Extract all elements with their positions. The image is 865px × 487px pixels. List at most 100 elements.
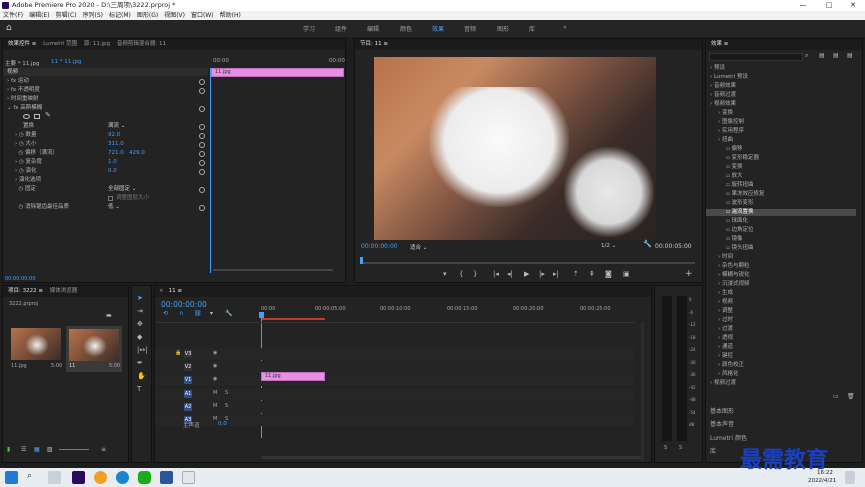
menu-sequence[interactable]: 序列(S) — [83, 12, 104, 19]
app-orange-icon[interactable] — [94, 471, 107, 484]
source-label[interactable]: 主要 * 11.jpg — [5, 59, 40, 67]
timeline-timecode[interactable]: 00:00:00:00 — [161, 300, 207, 309]
timeline-h-scrollbar[interactable] — [261, 456, 641, 459]
sequence-item-name[interactable]: 11 — [69, 363, 75, 369]
add-button-icon[interactable]: + — [685, 269, 693, 279]
clock-time[interactable]: 16:22 — [817, 470, 833, 476]
track-a1-label[interactable]: A1 — [184, 390, 192, 398]
yuv-effects-icon[interactable]: ▤ — [847, 52, 853, 59]
solo-left-button[interactable]: S — [664, 445, 667, 451]
add-marker-icon[interactable]: ▾ — [210, 310, 213, 317]
reset-icon[interactable] — [199, 187, 205, 193]
effects-tree-item[interactable]: › 过时 — [706, 317, 856, 324]
ws-effects[interactable]: 效果 — [432, 24, 444, 33]
effects-tree-item[interactable]: ▫ 湍流置换 — [706, 209, 856, 216]
slip-tool-icon[interactable]: |↔| — [137, 346, 148, 354]
effects-tree-item[interactable]: › 视频效果 — [706, 101, 856, 108]
menu-help[interactable]: 帮助(H) — [220, 12, 241, 19]
sort-icon[interactable]: ≡ — [101, 446, 106, 453]
clock-date[interactable]: 2022/4/21 — [808, 478, 836, 484]
go-to-in-icon[interactable]: |◂ — [493, 270, 499, 278]
rect-mask-icon[interactable] — [34, 114, 40, 119]
lock-icon[interactable]: 🔒 — [175, 350, 181, 356]
step-back-icon[interactable]: ◂| — [507, 270, 513, 278]
effects-tree-item[interactable]: ▫ 波形变形 — [706, 200, 856, 207]
effects-tree-item[interactable]: › 视频 — [706, 299, 856, 306]
program-timecode[interactable]: 00:00:00:00 — [361, 243, 398, 250]
mute-icon[interactable]: M — [213, 390, 217, 396]
track-v2-label[interactable]: V2 — [184, 363, 192, 371]
pen-tool-icon[interactable]: ✒ — [137, 359, 143, 367]
zoom-slider[interactable] — [59, 449, 89, 450]
minimize-button[interactable]: — — [793, 0, 813, 11]
offset-y-value[interactable]: 429.0 — [129, 149, 145, 158]
snap-icon[interactable]: ∩ — [179, 310, 183, 317]
effects-tree-item[interactable]: › 视频过渡 — [706, 380, 856, 387]
nest-icon[interactable]: ⟲ — [163, 310, 168, 317]
mute-icon[interactable]: M — [213, 403, 217, 409]
reset-icon[interactable] — [199, 160, 205, 166]
effects-tree-item[interactable]: › Lumetri 预设 — [706, 74, 856, 81]
effects-tree-item[interactable]: › 调整 — [706, 308, 856, 315]
reset-icon[interactable] — [199, 169, 205, 175]
ec-row-opacity[interactable]: › fx 不透明度 — [7, 86, 40, 95]
menu-view[interactable]: 视图(V) — [164, 12, 185, 19]
tab-project[interactable]: 项目: 3222 ≡ — [8, 288, 43, 294]
selection-tool-icon[interactable]: ➤ — [137, 294, 143, 302]
effects-tree-item[interactable]: › 扭曲 — [706, 137, 856, 144]
track-a2-label[interactable]: A2 — [184, 403, 192, 411]
ec-playhead[interactable] — [210, 68, 211, 273]
close-button[interactable]: ✕ — [843, 0, 863, 11]
effects-tree-item[interactable]: › 颜色校正 — [706, 362, 856, 369]
ec-row-evolution-options[interactable]: › 演化选项 — [15, 176, 41, 185]
task-view-icon[interactable] — [48, 471, 61, 484]
panel-essential-graphics[interactable]: 基本图形 — [710, 406, 734, 415]
reset-icon[interactable] — [199, 79, 205, 85]
tab-effect-controls[interactable]: 效果控件 ≡ — [8, 41, 36, 47]
wechat-icon[interactable] — [138, 471, 151, 484]
effects-tree-item[interactable]: ▫ 放大 — [706, 173, 856, 180]
panel-lumetri-color[interactable]: Lumetri 颜色 — [710, 433, 747, 442]
effects-tree-item[interactable]: ▫ 镜头扭曲 — [706, 245, 856, 252]
eye-icon[interactable]: ◉ — [213, 376, 217, 382]
freeform-view-icon[interactable]: ▧ — [47, 446, 53, 453]
effects-tree-item[interactable]: › 生成 — [706, 290, 856, 297]
settings-wrench-icon[interactable]: 🔧 — [225, 310, 232, 317]
evolution-value[interactable]: 0.0 — [108, 167, 117, 176]
effects-tree-item[interactable]: › 通道 — [706, 344, 856, 351]
ws-more-icon[interactable]: » — [563, 24, 567, 31]
fit-select[interactable]: 适合 ⌄ — [410, 243, 470, 251]
track-select-tool-icon[interactable]: ⇥ — [137, 307, 143, 315]
reset-icon[interactable] — [199, 106, 205, 112]
project-item-name[interactable]: 11.jpg — [11, 363, 27, 369]
menu-edit[interactable]: 编辑(E) — [29, 12, 49, 19]
hand-tool-icon[interactable]: ✋ — [137, 372, 146, 380]
tab-sequence[interactable]: 11 ≡ — [169, 288, 182, 294]
compare-icon[interactable]: ▣ — [623, 270, 630, 278]
effects-tree-item[interactable]: › 音频过渡 — [706, 92, 856, 99]
search-icon[interactable]: ⌕ — [27, 471, 32, 481]
reset-icon[interactable] — [199, 133, 205, 139]
premiere-taskbar-icon[interactable] — [72, 471, 85, 484]
tab-program[interactable]: 节目: 11 ≡ — [360, 41, 388, 47]
ws-learn[interactable]: 学习 — [303, 24, 315, 33]
go-to-out-icon[interactable]: ▸| — [553, 270, 559, 278]
panel-essential-sound[interactable]: 基本声音 — [710, 419, 734, 428]
search-icon[interactable]: ⌕ — [805, 52, 808, 60]
effects-tree-item[interactable]: › 时间 — [706, 254, 856, 261]
effects-tree-item[interactable]: ▫ 旋转扭曲 — [706, 182, 856, 189]
home-icon[interactable]: ⌂ — [6, 23, 17, 34]
antialias-select[interactable]: 低 ⌄ — [108, 203, 168, 212]
effects-tree-item[interactable]: ▫ 偏移 — [706, 146, 856, 153]
effects-tree-item[interactable]: › 预设 — [706, 65, 856, 72]
ws-editing[interactable]: 编辑 — [367, 24, 379, 33]
panel-libraries[interactable]: 库 — [710, 446, 716, 455]
type-tool-icon[interactable]: T — [137, 385, 141, 393]
solo-icon[interactable]: S — [225, 390, 228, 396]
ripple-edit-tool-icon[interactable]: ✥ — [137, 320, 143, 328]
edge-browser-icon[interactable] — [116, 471, 129, 484]
wrench-icon[interactable]: 🔧 — [643, 240, 652, 248]
effects-tree-item[interactable]: ▫ 变形稳定器 — [706, 155, 856, 162]
tab-audio-mixer[interactable]: 音频剪辑混合器: 11 — [117, 41, 166, 47]
ec-row-turbulent[interactable]: ⌄ fx 高斯模糊 — [7, 104, 42, 113]
